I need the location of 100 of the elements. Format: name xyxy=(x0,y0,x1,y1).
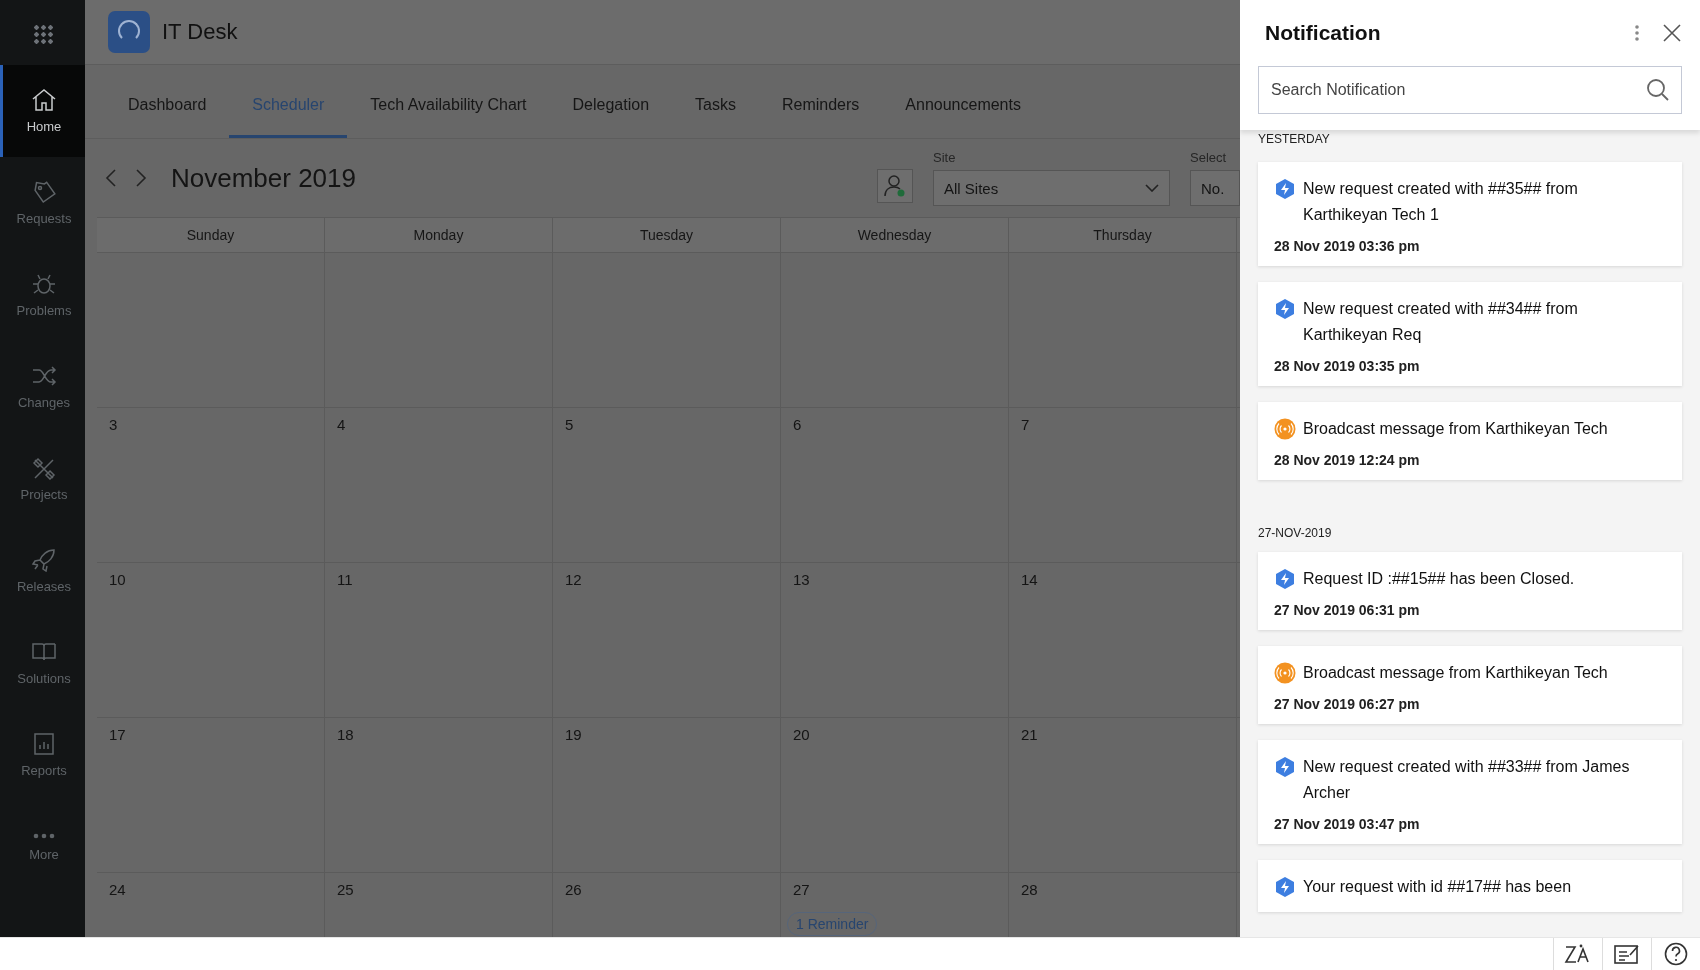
sidebar-item[interactable]: Reports xyxy=(0,709,85,801)
sidebar-item[interactable]: Releases xyxy=(0,525,85,617)
weekday-header: Sunday xyxy=(97,218,325,253)
tab[interactable]: Delegation xyxy=(549,65,673,138)
weekday-header: Wednesday xyxy=(781,218,1009,253)
notification-time: 27 Nov 2019 06:27 pm xyxy=(1274,696,1421,712)
day-number: 25 xyxy=(337,881,354,898)
sidebar-item[interactable]: Requests xyxy=(0,157,85,249)
select-dropdown[interactable]: No. xyxy=(1190,170,1240,206)
sidebar-label: Requests xyxy=(16,211,72,226)
sidebar-label: Projects xyxy=(20,487,68,502)
shuffle-icon xyxy=(31,364,57,388)
notification-time: 28 Nov 2019 12:24 pm xyxy=(1274,452,1421,468)
site-dropdown[interactable]: All Sites xyxy=(933,170,1170,206)
tab[interactable]: Tasks xyxy=(672,65,759,138)
day-number: 21 xyxy=(1021,726,1038,743)
sidebar-item[interactable]: Home xyxy=(0,65,85,157)
request-icon xyxy=(1274,568,1296,590)
search-field[interactable]: Search Notification xyxy=(1258,66,1682,114)
day-number: 14 xyxy=(1021,571,1038,588)
request-icon xyxy=(1274,298,1296,320)
tab[interactable]: Dashboard xyxy=(105,65,230,138)
user-filter-button[interactable] xyxy=(877,169,913,203)
select-label: Select xyxy=(1190,150,1228,165)
tab[interactable]: Announcements xyxy=(882,65,1044,138)
more-dots-icon xyxy=(31,832,57,840)
notification-text: New request created with ##33## from James Archer xyxy=(1303,757,1631,803)
day-number: 20 xyxy=(793,726,810,743)
headset-logo-icon xyxy=(108,11,150,53)
apps-grid-icon[interactable] xyxy=(32,24,53,44)
notification-text: Request ID :##15## has been Closed. xyxy=(1303,569,1575,589)
day-number: 24 xyxy=(109,881,126,898)
notification-card[interactable]: New request created with ##35## from Karthikeyan Tech 1 28 Nov 2019 03:36 pm xyxy=(1258,162,1682,266)
day-number: 26 xyxy=(565,881,582,898)
broadcast-icon xyxy=(1274,418,1296,440)
day-number: 13 xyxy=(793,571,810,588)
chevron-down-icon xyxy=(1145,184,1159,192)
notification-card[interactable]: Request ID :##15## has been Closed. 27 Nov 2019 06:31 pm xyxy=(1258,552,1682,630)
bar-chart-icon xyxy=(31,732,57,756)
notification-card[interactable]: New request created with ##34## from Karthikeyan Req 28 Nov 2019 03:35 pm xyxy=(1258,282,1682,386)
notification-card[interactable]: Broadcast message from Karthikeyan Tech 28 Nov 2019 12:24 pm xyxy=(1258,402,1682,480)
panel-title: Notification xyxy=(1265,21,1382,45)
request-icon xyxy=(1274,178,1296,200)
weekday-header: Thursday xyxy=(1009,218,1237,253)
day-number: 12 xyxy=(565,571,582,588)
notification-time: 27 Nov 2019 03:47 pm xyxy=(1274,816,1421,832)
request-icon xyxy=(1274,756,1296,778)
sidebar-label: Problems xyxy=(16,303,72,318)
sidebar-label: Home xyxy=(26,119,62,134)
sidebar-item[interactable]: Solutions xyxy=(0,617,85,709)
day-number: 4 xyxy=(337,416,346,433)
day-number: 19 xyxy=(565,726,582,743)
app-title: IT Desk xyxy=(162,19,238,45)
month-title: November 2019 xyxy=(171,162,356,194)
broadcast-icon xyxy=(1274,662,1296,684)
sidebar-item[interactable]: Problems xyxy=(0,249,85,341)
request-icon xyxy=(1274,876,1296,898)
notification-card[interactable]: New request created with ##33## from James Archer 27 Nov 2019 03:47 pm xyxy=(1258,740,1682,844)
sidebar-label: Releases xyxy=(16,579,72,594)
rocket-icon xyxy=(31,548,57,572)
notification-time: 27 Nov 2019 06:31 pm xyxy=(1274,602,1421,618)
search-icon[interactable] xyxy=(1646,78,1670,102)
sidebar-label: Solutions xyxy=(17,671,71,686)
notification-card[interactable]: Your request with id ##17## has been xyxy=(1258,860,1682,912)
day-number: 3 xyxy=(109,416,118,433)
site-label: Site xyxy=(933,150,957,165)
day-number: 10 xyxy=(109,571,126,588)
notification-time: 28 Nov 2019 03:36 pm xyxy=(1274,238,1421,254)
sidebar-label: Reports xyxy=(21,763,67,778)
sidebar-label: More xyxy=(29,847,59,862)
day-number: 7 xyxy=(1021,416,1030,433)
weekday-header: Monday xyxy=(325,218,553,253)
day-number: 18 xyxy=(337,726,354,743)
notification-text: New request created with ##35## from Karthikeyan Tech 1 xyxy=(1303,179,1579,225)
notification-text: Broadcast message from Karthikeyan Tech xyxy=(1303,419,1608,439)
day-number: 28 xyxy=(1021,881,1038,898)
tag-icon xyxy=(31,180,57,204)
day-number: 17 xyxy=(109,726,126,743)
tab[interactable]: Reminders xyxy=(758,65,883,138)
notification-time: 28 Nov 2019 03:35 pm xyxy=(1274,358,1421,374)
weekday-header: Tuesday xyxy=(553,218,781,253)
crossed-tools-icon xyxy=(31,456,57,480)
notification-text: Your request with id ##17## has been xyxy=(1303,877,1572,897)
notification-text: New request created with ##34## from Karthikeyan Req xyxy=(1303,299,1579,345)
date-group-heading: 27-NOV-2019 xyxy=(1258,526,1333,540)
person-icon xyxy=(884,174,906,198)
bug-icon xyxy=(31,272,57,296)
home-icon xyxy=(31,88,57,112)
tab[interactable]: Scheduler xyxy=(229,65,348,138)
tab[interactable]: Tech Availability Chart xyxy=(347,65,550,138)
sidebar-item[interactable]: Projects xyxy=(0,433,85,525)
day-number: 11 xyxy=(337,571,353,588)
day-number: 5 xyxy=(565,416,574,433)
notification-card[interactable]: Broadcast message from Karthikeyan Tech 27 Nov 2019 06:27 pm xyxy=(1258,646,1682,724)
sidebar-item[interactable]: Changes xyxy=(0,341,85,433)
notification-text: Broadcast message from Karthikeyan Tech xyxy=(1303,663,1608,683)
sidebar-label: Changes xyxy=(17,395,70,410)
sidebar-item[interactable]: More xyxy=(0,801,85,893)
day-number: 27 xyxy=(793,881,810,898)
date-group-heading: YESTERDAY xyxy=(1258,132,1331,146)
